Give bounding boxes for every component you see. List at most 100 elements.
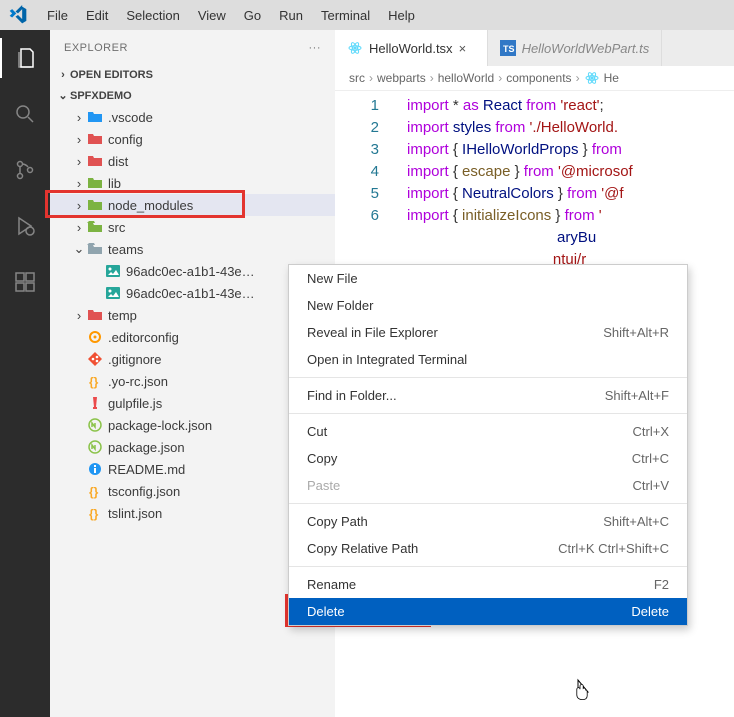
menu-copy-relative-path[interactable]: Copy Relative PathCtrl+K Ctrl+Shift+C [289, 535, 687, 562]
menu-shortcut: Ctrl+X [633, 424, 669, 439]
chevron-right-icon: › [72, 110, 86, 125]
tree-label: tslint.json [108, 506, 162, 521]
menu-new-file[interactable]: New File [289, 265, 687, 292]
code-line: 1import * as React from 'react'; [349, 95, 734, 117]
breadcrumbs[interactable]: src›webparts›helloWorld›components›He [335, 66, 734, 91]
more-icon[interactable]: ··· [309, 42, 322, 54]
menu-terminal[interactable]: Terminal [312, 4, 379, 27]
menu-reveal-in-file-explorer[interactable]: Reveal in File ExplorerShift+Alt+R [289, 319, 687, 346]
no-chevron [72, 462, 86, 477]
activity-extensions[interactable] [0, 262, 50, 302]
ts-icon: TS [500, 40, 516, 56]
tree-label: lib [108, 176, 121, 191]
menu-help[interactable]: Help [379, 4, 424, 27]
img-icon [104, 286, 122, 300]
activity-search[interactable] [0, 94, 50, 134]
img-icon [104, 264, 122, 278]
section-project[interactable]: ⌄ SPFXDEMO [50, 85, 335, 106]
npm-icon [86, 439, 104, 455]
chevron-right-icon: › [72, 220, 86, 235]
breadcrumb-item[interactable]: helloWorld [438, 71, 494, 85]
menu-open-in-integrated-terminal[interactable]: Open in Integrated Terminal [289, 346, 687, 373]
tree-label: dist [108, 154, 128, 169]
no-chevron [72, 418, 86, 433]
section-open-editors[interactable]: › OPEN EDITORS [50, 65, 335, 85]
menu-copy-path[interactable]: Copy PathShift+Alt+C [289, 508, 687, 535]
react-icon [584, 70, 600, 86]
tree-label: gulpfile.js [108, 396, 162, 411]
menu-label: Reveal in File Explorer [307, 325, 438, 340]
chevron-down-icon: ⌄ [56, 89, 70, 102]
menu-separator [289, 377, 687, 378]
tab-HelloWorldWebPart-ts[interactable]: TS HelloWorldWebPart.ts [488, 30, 663, 66]
chevron-right-icon: › [72, 132, 86, 147]
breadcrumb-item[interactable]: webparts [377, 71, 426, 85]
tree-label: temp [108, 308, 137, 323]
menu-shortcut: F2 [654, 577, 669, 592]
chevron-right-icon: › [430, 71, 434, 85]
folder-node_modules[interactable]: ›node_modules [50, 194, 335, 216]
menu-label: Rename [307, 577, 356, 592]
chevron-down-icon: ⌄ [72, 241, 86, 257]
folder-lib[interactable]: › lib [50, 172, 335, 194]
breadcrumb-item[interactable]: src [349, 71, 365, 85]
menu-find-in-folder-[interactable]: Find in Folder...Shift+Alt+F [289, 382, 687, 409]
folder-src[interactable]: › src [50, 216, 335, 238]
info-icon [86, 461, 104, 477]
tree-label: package-lock.json [108, 418, 212, 433]
tree-label: .editorconfig [108, 330, 179, 345]
sidebar-header: EXPLORER ··· [50, 30, 335, 65]
menu-copy[interactable]: CopyCtrl+C [289, 445, 687, 472]
no-chevron [90, 286, 104, 301]
menu-rename[interactable]: Rename F2 [289, 571, 687, 598]
gulp-icon [86, 395, 104, 411]
chevron-right-icon: › [72, 308, 86, 323]
folder-config[interactable]: › config [50, 128, 335, 150]
svg-text:{}: {} [89, 375, 99, 389]
tab-label: HelloWorldWebPart.ts [522, 41, 650, 56]
folder-dist[interactable]: ›dist [50, 150, 335, 172]
menu-cut[interactable]: Cut Ctrl+X [289, 418, 687, 445]
menu-label: New File [307, 271, 358, 286]
context-menu: New FileNew FolderReveal in File Explore… [288, 264, 688, 626]
menu-delete[interactable]: DeleteDelete [289, 598, 687, 625]
folder-teams[interactable]: ⌄ teams [50, 238, 335, 260]
tree-label: src [108, 220, 125, 235]
react-icon [347, 40, 363, 56]
menu-view[interactable]: View [189, 4, 235, 27]
menu-shortcut: Shift+Alt+F [605, 388, 669, 403]
activity-debug[interactable] [0, 206, 50, 246]
tree-label: config [108, 132, 143, 147]
tab-HelloWorld-tsx[interactable]: HelloWorld.tsx× [335, 30, 488, 66]
editor-tabs: HelloWorld.tsx× TS HelloWorldWebPart.ts [335, 30, 734, 66]
menu-go[interactable]: Go [235, 4, 270, 27]
tree-label: teams [108, 242, 143, 257]
tree-label: .vscode [108, 110, 153, 125]
activity-explorer[interactable] [0, 38, 50, 78]
code-line: 2import styles from './HelloWorld. [349, 117, 734, 139]
menu-run[interactable]: Run [270, 4, 312, 27]
menu-selection[interactable]: Selection [117, 4, 188, 27]
no-chevron [90, 264, 104, 279]
json-icon: {} [86, 373, 104, 389]
menu-label: Copy Relative Path [307, 541, 418, 556]
tree-label: .gitignore [108, 352, 161, 367]
menu-file[interactable]: File [38, 4, 77, 27]
code-line: 3import { IHelloWorldProps } from [349, 139, 734, 161]
breadcrumb-item[interactable]: components [506, 71, 571, 85]
menu-edit[interactable]: Edit [77, 4, 117, 27]
chevron-right-icon: › [72, 176, 86, 191]
json-icon: {} [86, 505, 104, 521]
chevron-right-icon: › [498, 71, 502, 85]
menu-label: Cut [307, 424, 327, 439]
folder--vscode[interactable]: › .vscode [50, 106, 335, 128]
menu-label: Delete [307, 604, 345, 619]
activity-bar [0, 30, 50, 717]
no-chevron [72, 440, 86, 455]
no-chevron [72, 374, 86, 389]
sidebar-title: EXPLORER [64, 42, 128, 54]
activity-source-control[interactable] [0, 150, 50, 190]
menu-new-folder[interactable]: New Folder [289, 292, 687, 319]
close-icon[interactable]: × [459, 41, 475, 56]
breadcrumb-item[interactable]: He [604, 71, 619, 85]
